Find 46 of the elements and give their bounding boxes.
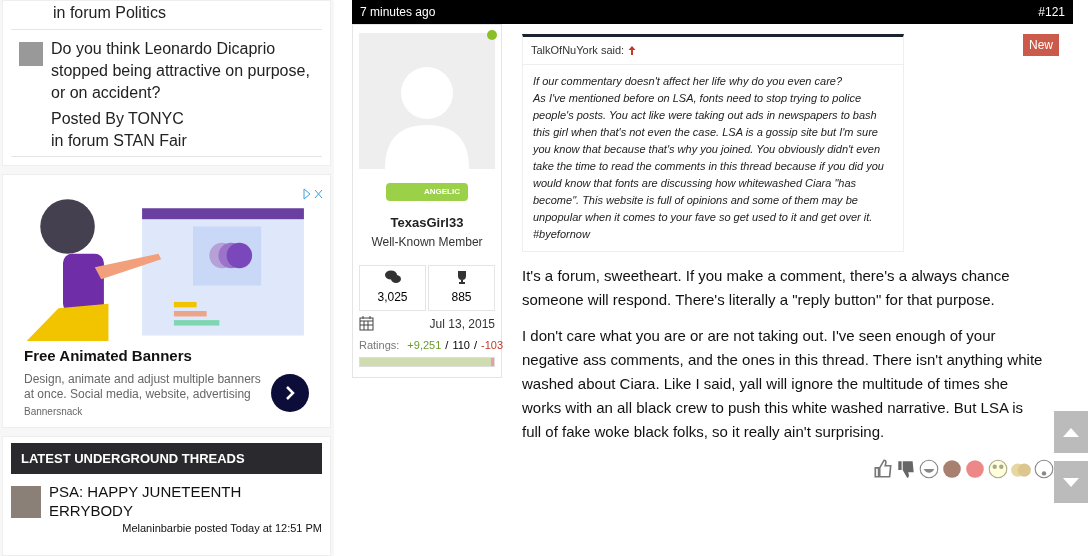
ad-choices-icon[interactable]: [302, 188, 324, 200]
up-arrow-icon[interactable]: [628, 45, 637, 55]
user-title: Well-Known Member: [371, 233, 483, 251]
quote-text: If our commentary doesn't affect her life why do you even care? As I've mentioned before on LSA, fonts need to stop trying to police people's posts. You act like were taking out ads in newspapers to bash this girl when that's not even the case. LSA is a gossip site but I'm sure you know that because that's why you joined. You obviously didn't even take the time to read the comments in this thread because if you did you would know that fonts are discussing how whitewashed Ciara "has become". This website is full of opinions and some of them may be unpopular when it comes to your fave so get used to it and get over it. #byefornow: [531, 73, 885, 242]
thread-title[interactable]: PSA: HAPPY JUNETEENTH ERRYBODY: [49, 482, 322, 520]
post-time: 7 minutes ago: [360, 4, 436, 21]
laughing-face-icon[interactable]: [918, 457, 940, 480]
ratings-label: Ratings:: [359, 337, 400, 353]
quote-author: TalkOfNuYork said:: [531, 43, 625, 58]
separator: /: [445, 337, 449, 353]
post-number[interactable]: #121: [1038, 3, 1065, 21]
thread-author: Posted By TONYC: [51, 109, 185, 129]
negative-rating: -103: [481, 337, 503, 353]
triangle-up-icon: [1063, 427, 1079, 437]
thread-meta: Melaninbarbie posted Today at 12:51 PM: [122, 521, 322, 536]
ad-title: Free Animated Banners: [24, 346, 193, 366]
ad-description: Design, animate and adjust multiple banners at once. Social media, website, advertising: [24, 371, 262, 402]
speech-bubbles-icon: [384, 269, 401, 284]
shocked-face-icon[interactable]: [1033, 457, 1055, 480]
post-paragraph: It's a forum, sweetheart. If you make a comment, there's a always chance someone will respond. There's literally a "reply button" for that purpose.: [522, 265, 1011, 310]
message-count: 3,025: [377, 288, 408, 306]
scroll-down-button[interactable]: [1054, 461, 1088, 503]
ad-sponsor: Bannersnack: [24, 404, 84, 419]
neutral-rating: 110: [452, 337, 470, 353]
positive-rating: +9,251: [407, 337, 442, 353]
thread-forum: in forum STAN Fair: [51, 131, 188, 151]
next-button[interactable]: [271, 374, 309, 412]
scroll-up-button[interactable]: [1054, 411, 1088, 453]
thread-thumbnail: [11, 486, 41, 518]
calendar-icon: [359, 316, 374, 331]
thumbs-up-icon[interactable]: [872, 457, 894, 480]
thread-thumbnail: [19, 42, 43, 66]
join-date: Jul 13, 2015: [429, 315, 495, 333]
trophy-count: 885: [451, 288, 472, 306]
chevron-right-icon: [284, 385, 296, 401]
thread-title[interactable]: Do you think Leonardo Dicaprio stopped being attractive on purpose, or on accident?: [51, 38, 322, 104]
username-link[interactable]: TexasGirl33: [390, 213, 464, 233]
thread-forum: in forum Politics: [53, 3, 167, 23]
section-heading: LATEST UNDERGROUND THREADS: [11, 442, 322, 474]
triangle-down-icon: [1063, 477, 1079, 487]
rank-badge: ANGELIC: [386, 183, 468, 201]
dizzy-face-icon[interactable]: [987, 457, 1009, 480]
new-badge: New: [1023, 34, 1059, 56]
separator: /: [473, 337, 477, 353]
post-paragraph: I don't care what you are or are not taking out. I've seen enough of your negative ass comments, and the ones in this thread. There isn't anything white washed about Ciara. Like I said, yall will ignore the multitude of times she works with an all black crew to push this white washed narrative. But LSA is full of fake woke black folks, so it really ain't surprising.: [522, 325, 1044, 442]
ad-card[interactable]: Free Animated Banners Design, animate and adjust multiple banners at once. Social media, website, advertising Bannersnack: [2, 174, 331, 428]
